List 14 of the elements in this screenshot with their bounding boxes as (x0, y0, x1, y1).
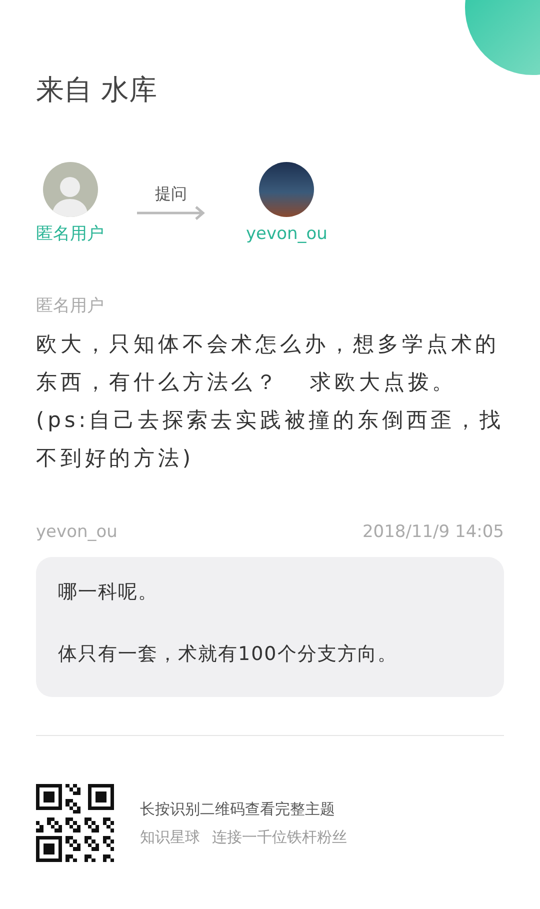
brand-name: 知识星球 (140, 827, 200, 847)
question-author: 匿名用户 (36, 295, 105, 317)
action-label: 提问 (155, 184, 187, 204)
arrow-icon (136, 206, 206, 220)
slogan: 连接一千位铁杆粉丝 (212, 827, 347, 847)
question-text: 欧大，只知体不会术怎么办，想多学点术的东西，有什么方法么？ 求欧大点拨。(ps:自己去探索去实践被撞的东倒西歪，找不到好的方法) (36, 331, 505, 472)
answer-time: 2018/11/9 14:05 (362, 521, 504, 543)
asker-name: 匿名用户 (36, 223, 104, 245)
page-title: 来自 水库 (36, 72, 158, 108)
qr-prompt: 长按识别二维码查看完整主题 (140, 799, 336, 819)
answer-text: 体只有一套，术就有100个分支方向。 (58, 642, 398, 667)
answer-text: 哪一科呢。 (58, 580, 159, 605)
answerer-name: yevon_ou (246, 223, 328, 245)
answer-author: yevon_ou (36, 521, 118, 543)
